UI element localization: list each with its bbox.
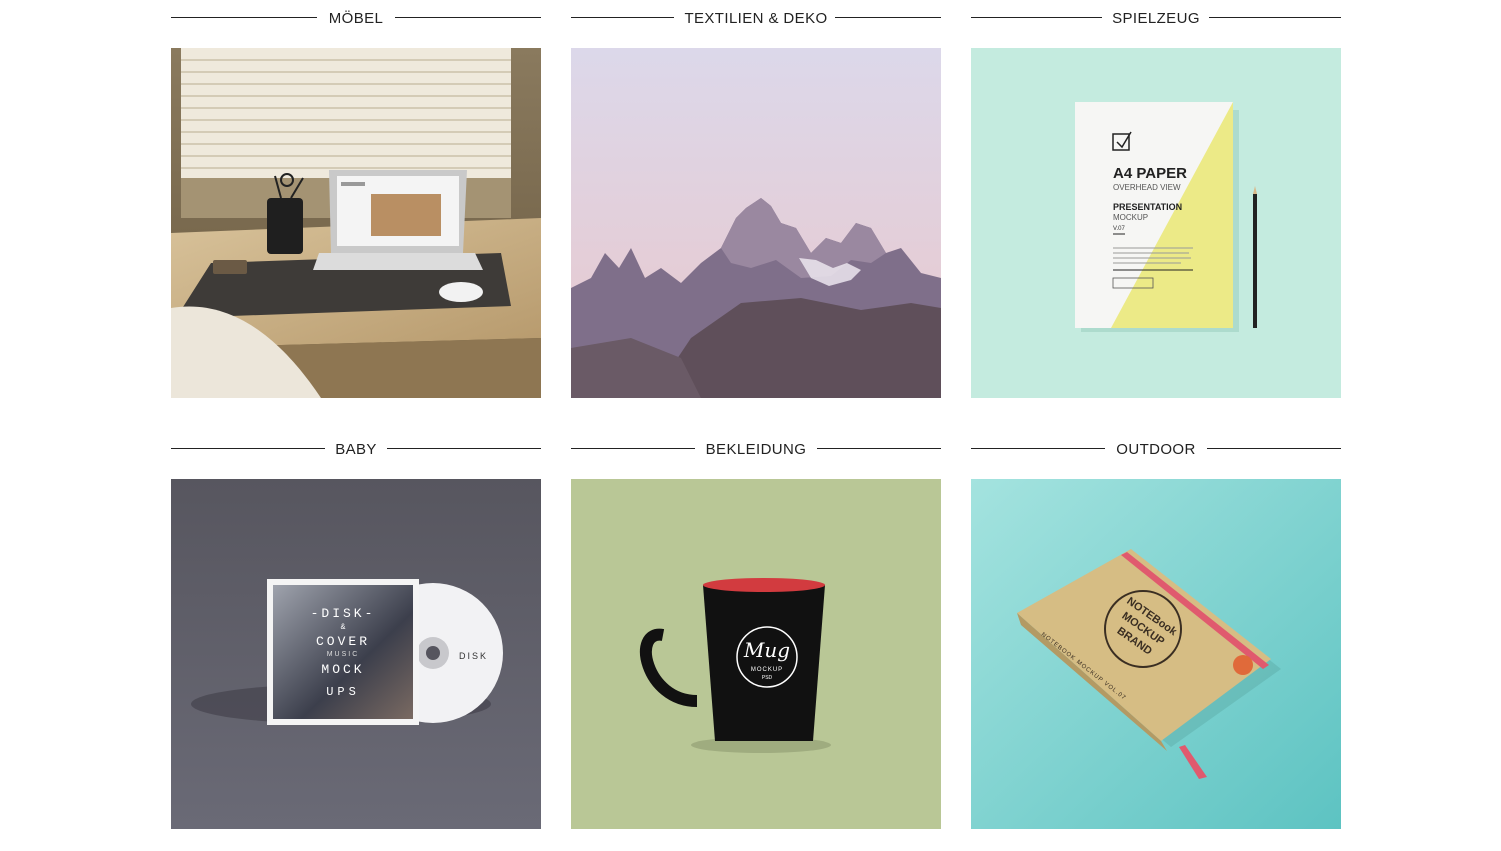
heading-rule-right — [1207, 448, 1341, 449]
category-image-baby[interactable]: DISK -DISK- & COVER MUSIC MOCK UPS — [171, 479, 541, 829]
heading-rule-right — [1209, 17, 1341, 18]
disk-title-line4: MUSIC — [327, 651, 360, 658]
heading-rule-right — [835, 17, 941, 18]
category-heading: OUTDOOR — [971, 431, 1341, 467]
paper-subtitle: OVERHEAD VIEW — [1113, 183, 1181, 192]
disk-title-line5: MOCK — [321, 662, 364, 677]
paper-title: A4 PAPER — [1113, 165, 1187, 182]
category-heading: BEKLEIDUNG — [571, 431, 941, 467]
paper-version: V.07 — [1113, 226, 1125, 232]
category-image-textilien-deko[interactable] — [571, 48, 941, 398]
category-heading: BABY — [171, 431, 541, 467]
category-image-bekleidung[interactable]: Mug MOCKUP PSD — [571, 479, 941, 829]
category-image-spielzeug[interactable]: A4 PAPER OVERHEAD VIEW PRESENTATION MOCK… — [971, 48, 1341, 398]
category-tile-textilien-deko[interactable]: TEXTILIEN & DEKO — [571, 0, 941, 398]
category-tile-bekleidung[interactable]: BEKLEIDUNG Mug MOCKUP PSD — [571, 431, 941, 829]
disk-title-line6: UPS — [326, 685, 360, 699]
heading-rule-left — [171, 17, 317, 18]
heading-rule-left — [571, 448, 695, 449]
mug-sub: MOCKUP — [751, 667, 783, 673]
mug-brand: Mug — [743, 638, 790, 662]
heading-rule-left — [971, 17, 1103, 18]
category-label[interactable]: SPIELZEUG — [1102, 9, 1210, 27]
category-label[interactable]: MÖBEL — [318, 9, 394, 27]
category-tile-moebel[interactable]: MÖBEL — [171, 0, 541, 398]
disk-title-line1: -DISK- — [311, 606, 376, 621]
category-label[interactable]: BABY — [325, 440, 387, 458]
heading-rule-right — [817, 448, 941, 449]
mug-tag: PSD — [762, 675, 773, 681]
category-label[interactable]: OUTDOOR — [1106, 440, 1206, 458]
paper-heading2: MOCKUP — [1113, 213, 1148, 222]
disk-title-line3: COVER — [316, 634, 370, 649]
paper-heading: PRESENTATION — [1113, 202, 1182, 212]
disk-label: DISK — [459, 651, 488, 661]
heading-rule-right — [395, 17, 541, 18]
heading-rule-left — [971, 448, 1105, 449]
category-tile-outdoor[interactable]: OUTDOOR NOTEBook MOCKUP BRAND NOTEBOOK M… — [971, 431, 1341, 829]
heading-rule-left — [571, 17, 677, 18]
category-image-moebel[interactable] — [171, 48, 541, 398]
category-image-outdoor[interactable]: NOTEBook MOCKUP BRAND NOTEBOOK MOCKUP VO… — [971, 479, 1341, 829]
category-heading: MÖBEL — [171, 0, 541, 36]
heading-rule-right — [387, 448, 541, 449]
category-label[interactable]: TEXTILIEN & DEKO — [674, 9, 838, 27]
category-tile-baby[interactable]: BABY DISK -DISK- & COVER MUSIC MOCK UPS — [171, 431, 541, 829]
category-heading: TEXTILIEN & DEKO — [571, 0, 941, 36]
category-label[interactable]: BEKLEIDUNG — [695, 440, 817, 458]
category-tile-spielzeug[interactable]: SPIELZEUG A4 PAPER OVERHEAD VIEW PRESENT… — [971, 0, 1341, 398]
category-heading: SPIELZEUG — [971, 0, 1341, 36]
heading-rule-left — [171, 448, 325, 449]
disk-title-line2: & — [341, 623, 346, 632]
